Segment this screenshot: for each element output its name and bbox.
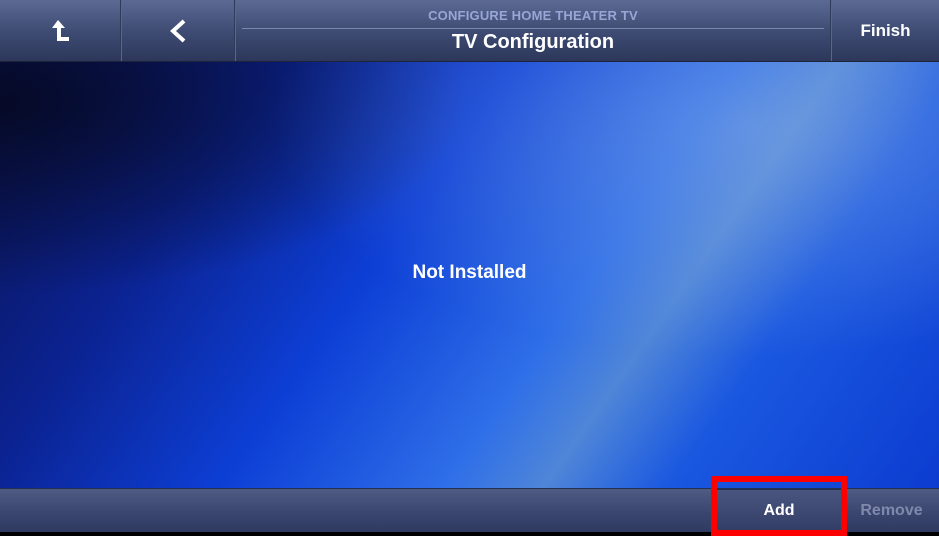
page-title: TV Configuration — [451, 31, 615, 53]
title-area: CONFIGURE HOME THEATER TV TV Configurati… — [236, 0, 830, 61]
home-button[interactable] — [0, 0, 120, 61]
remove-button[interactable]: Remove — [844, 489, 939, 532]
chevron-left-icon — [170, 19, 186, 42]
bottom-bar: Add Remove — [0, 488, 939, 532]
status-text: Not Installed — [412, 262, 527, 283]
main-panel: Not Installed — [0, 62, 939, 488]
title-divider — [242, 28, 824, 29]
top-bar: CONFIGURE HOME THEATER TV TV Configurati… — [0, 0, 939, 62]
home-up-icon — [52, 19, 69, 41]
add-button[interactable]: Add — [716, 489, 842, 532]
finish-button[interactable]: Finish — [832, 0, 939, 61]
back-button[interactable] — [122, 0, 234, 61]
page-subtitle: CONFIGURE HOME THEATER TV — [428, 8, 638, 23]
